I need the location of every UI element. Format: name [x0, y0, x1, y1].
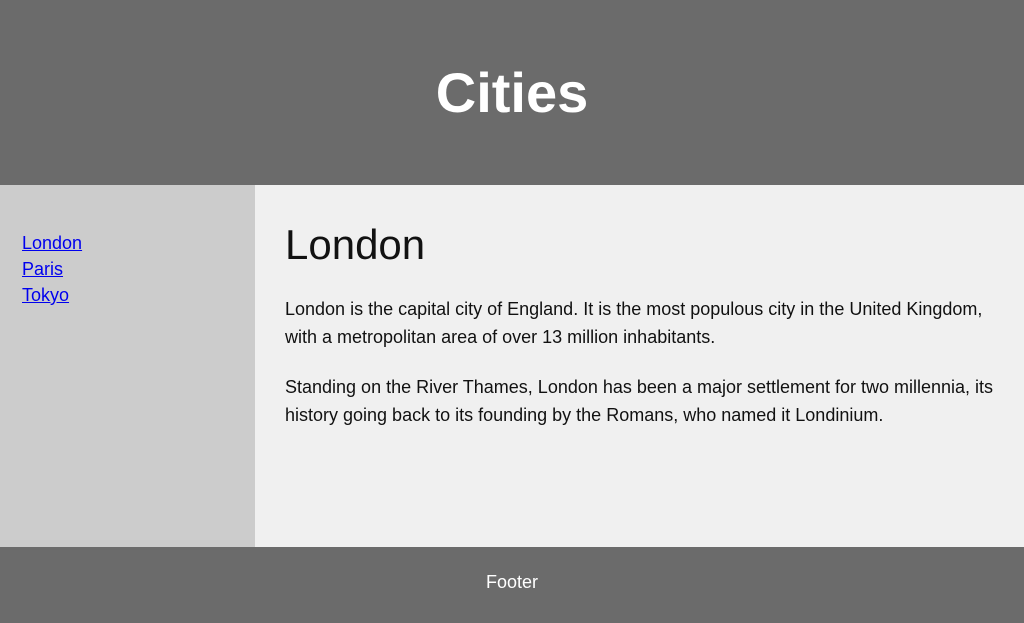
- nav-link-london[interactable]: London: [22, 230, 255, 256]
- article-content: London London is the capital city of Eng…: [255, 185, 1024, 547]
- article-paragraph: Standing on the River Thames, London has…: [285, 373, 994, 429]
- footer-text: Footer: [486, 572, 538, 592]
- nav-link-paris[interactable]: Paris: [22, 256, 255, 282]
- sidebar-nav: London Paris Tokyo: [0, 185, 255, 547]
- page-header: Cities: [0, 0, 1024, 185]
- page-footer: Footer: [0, 547, 1024, 623]
- main-row: London Paris Tokyo London London is the …: [0, 185, 1024, 547]
- page-title: Cities: [0, 60, 1024, 125]
- article-paragraph: London is the capital city of England. I…: [285, 295, 994, 351]
- nav-link-tokyo[interactable]: Tokyo: [22, 282, 255, 308]
- article-title: London: [285, 221, 994, 269]
